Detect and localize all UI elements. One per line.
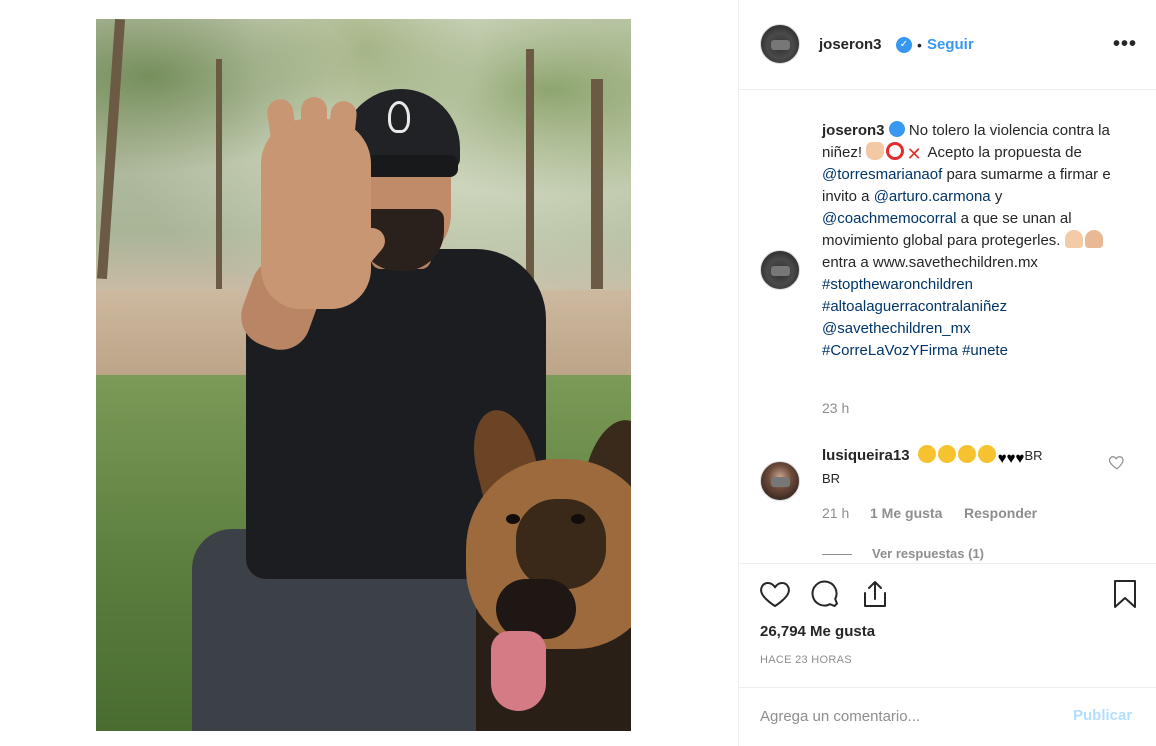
dog-eye bbox=[506, 514, 520, 524]
hashtag-link[interactable]: #stopthewaronchildren bbox=[822, 276, 973, 293]
comment-text: BR bbox=[1024, 448, 1043, 463]
tree-trunk bbox=[591, 79, 603, 289]
likes-count[interactable]: 26,794 Me gusta bbox=[760, 623, 875, 640]
mention-link[interactable]: @arturo.carmona bbox=[874, 188, 991, 205]
person-cap-brim bbox=[358, 155, 458, 177]
more-options-icon[interactable]: ••• bbox=[1113, 33, 1137, 56]
post-side-panel: joseron3 ✓ • Seguir ••• joseron3 No tole… bbox=[738, 0, 1156, 746]
hashtag-link[interactable]: #unete bbox=[962, 342, 1008, 359]
raised-hand-icon bbox=[866, 142, 885, 160]
post-actions: 26,794 Me gusta HACE 23 HORAS bbox=[739, 563, 1156, 688]
folded-hands-icon bbox=[1064, 230, 1083, 248]
mention-link[interactable]: @savethechildren_mx bbox=[822, 320, 971, 337]
view-replies-button[interactable]: Ver respuestas (1) bbox=[872, 546, 984, 561]
caption-text: entra a www.savethechildren.mx bbox=[822, 254, 1038, 271]
prohibited-icon bbox=[886, 142, 905, 160]
black-heart-icon: ♥♥♥ bbox=[997, 450, 1025, 467]
caption-author-avatar[interactable] bbox=[760, 250, 800, 290]
commenter-avatar[interactable] bbox=[760, 461, 800, 501]
comment-input[interactable] bbox=[760, 705, 1060, 727]
open-hands-icon bbox=[1084, 230, 1103, 248]
caption-text: Acepto la propuesta de bbox=[924, 144, 1082, 161]
comment-likes[interactable]: 1 Me gusta bbox=[870, 505, 942, 521]
save-bookmark-icon[interactable] bbox=[1109, 578, 1141, 610]
hashtag-link[interactable]: #altoalaguerracontralaniñez bbox=[822, 298, 1007, 315]
verified-badge-icon: ✓ bbox=[896, 37, 912, 53]
author-avatar[interactable] bbox=[760, 24, 800, 64]
clapping-hands-icon bbox=[957, 445, 976, 463]
clapping-hands-icon bbox=[937, 445, 956, 463]
post-time: HACE 23 HORAS bbox=[760, 654, 852, 666]
add-comment-bar: Publicar bbox=[739, 689, 1156, 746]
dog-snout bbox=[496, 579, 576, 639]
separator-dot: • bbox=[917, 37, 922, 53]
mention-link[interactable]: @torresmarianaof bbox=[822, 166, 942, 183]
comment-text: BR bbox=[822, 471, 841, 486]
share-icon[interactable] bbox=[859, 578, 891, 610]
follow-button[interactable]: Seguir bbox=[927, 36, 974, 53]
comments-section: joseron3 No tolero la violencia contra l… bbox=[739, 91, 1156, 561]
post-caption: joseron3 No tolero la violencia contra l… bbox=[822, 120, 1140, 362]
tree-trunk bbox=[216, 59, 222, 289]
caption-text: y bbox=[990, 188, 1003, 205]
comment-time: 21 h bbox=[822, 505, 850, 521]
dog-mask bbox=[516, 499, 606, 589]
dog-tongue bbox=[491, 631, 546, 711]
post-photo[interactable] bbox=[96, 19, 631, 731]
verified-badge-icon bbox=[888, 121, 905, 137]
tree-trunk bbox=[526, 49, 534, 289]
like-heart-icon[interactable] bbox=[759, 578, 791, 610]
cross-mark-icon: ✕ bbox=[906, 144, 922, 164]
clapping-hands-icon bbox=[917, 445, 936, 463]
publish-button[interactable]: Publicar bbox=[1073, 707, 1132, 724]
reply-button[interactable]: Responder bbox=[964, 505, 1037, 521]
clapping-hands-icon bbox=[977, 445, 996, 463]
comment-username[interactable]: lusiqueira13 ♥♥♥BR bbox=[822, 445, 1043, 467]
cap-logo bbox=[388, 101, 410, 133]
caption-time: 23 h bbox=[822, 400, 850, 416]
hashtag-link[interactable]: #CorreLaVozYFirma bbox=[822, 342, 958, 359]
like-comment-heart-icon[interactable] bbox=[1108, 453, 1126, 471]
mention-link[interactable]: @coachmemocorral bbox=[822, 210, 956, 227]
view-replies-line bbox=[822, 554, 852, 555]
caption-username[interactable]: joseron3 bbox=[822, 122, 885, 139]
person-finger bbox=[301, 97, 327, 177]
post-header: joseron3 ✓ • Seguir ••• bbox=[739, 0, 1156, 90]
comment-bubble-icon[interactable] bbox=[809, 578, 841, 610]
dog-eye bbox=[571, 514, 585, 524]
author-username[interactable]: joseron3 bbox=[819, 36, 882, 53]
